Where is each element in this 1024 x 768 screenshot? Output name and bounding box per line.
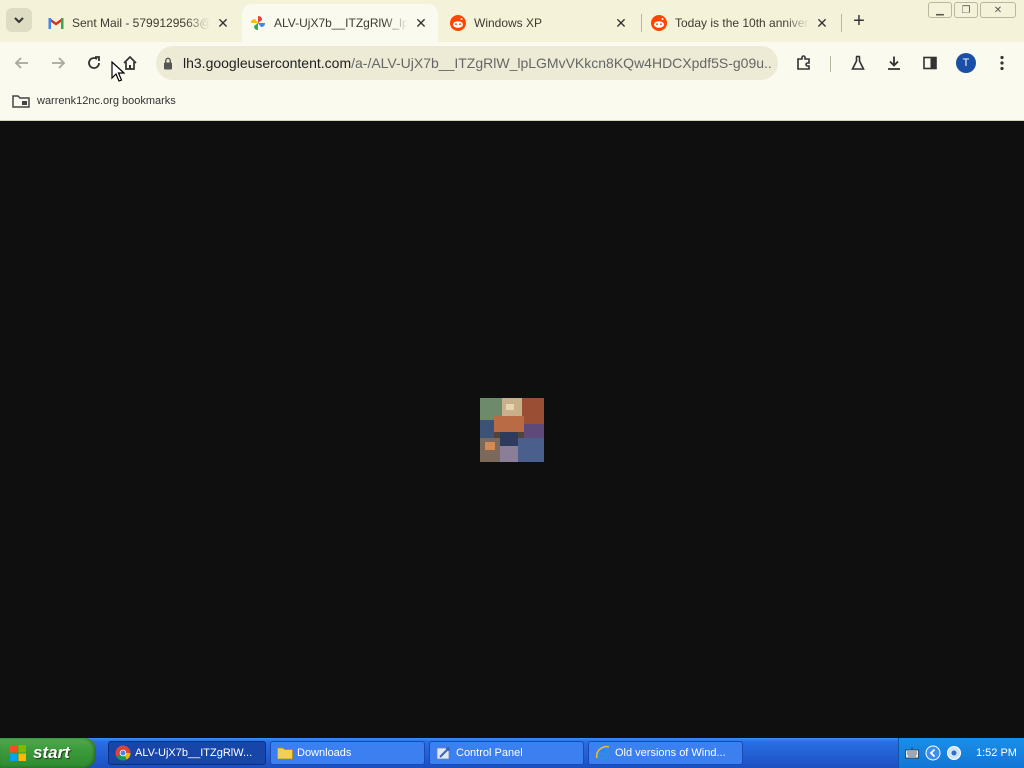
download-icon [888,56,900,70]
bookmark-folder-warrenk12nc[interactable]: warrenk12nc.org bookmarks [12,92,176,110]
taskbar-item-internet-explorer[interactable]: Old versions of Wind... [588,741,743,765]
taskbar-item-downloads[interactable]: Downloads [270,741,425,765]
arrow-right-icon [52,57,66,69]
reddit-icon [450,15,466,31]
folder-icon [277,745,293,761]
minimize-icon: ▁ [936,4,944,16]
tab-title: ALV-UjX7b__ITZgRlW_lpLGMv [274,16,408,30]
taskbar-item-chrome[interactable]: ALV-UjX7b__ITZgRlW... [108,741,266,765]
downloads-button[interactable] [882,51,906,75]
profile-avatar[interactable]: T [956,53,976,73]
control-panel-icon [436,745,452,761]
forward-button[interactable] [46,51,70,75]
chrome-icon [115,745,131,761]
tab-separator [641,14,642,32]
browser-toolbar: lh3.googleusercontent.com/a-/ALV-UjX7b__… [0,42,1024,84]
clock: 1:52 PM [976,747,1017,759]
restore-icon: ❐ [961,4,971,16]
toolbar-separator [830,56,831,72]
google-photos-icon [250,15,266,31]
minimize-button[interactable]: ▁ [928,2,952,18]
show-hidden-icons-icon[interactable] [925,745,941,761]
taskbar-item-label: Old versions of Wind... [615,747,726,759]
tab-anniversary[interactable]: Today is the 10th anniversary ✕ [643,4,839,42]
tab-title: Sent Mail - 5799129563@w [72,16,210,30]
start-button[interactable]: start [0,738,96,768]
chevron-down-icon [14,17,24,24]
tab-search-button[interactable] [6,8,32,32]
close-tab-icon[interactable]: ✕ [612,14,630,32]
close-tab-icon[interactable]: ✕ [813,14,831,32]
tab-sent-mail[interactable]: Sent Mail - 5799129563@w ✕ [40,4,240,42]
more-vertical-icon [1000,55,1004,71]
flask-icon [851,55,865,70]
taskbar: start ALV-UjX7b__ITZgRlW... Downloads Co… [0,738,1024,768]
taskbar-item-label: Downloads [297,747,352,759]
close-window-button[interactable]: ✕ [980,2,1016,18]
taskbar-item-control-panel[interactable]: Control Panel [429,741,584,765]
puzzle-icon [797,55,810,70]
side-panel-button[interactable] [918,51,942,75]
taskbar-item-label: Control Panel [456,747,523,759]
plus-icon: + [853,9,865,32]
image-viewer [0,121,1024,738]
taskbar-item-label: ALV-UjX7b__ITZgRlW... [135,747,253,759]
reload-icon [88,56,100,69]
menu-button[interactable] [990,51,1014,75]
tab-windows-xp[interactable]: Windows XP ✕ [442,4,638,42]
close-icon: ✕ [993,4,1003,16]
bookmarks-bar: warrenk12nc.org bookmarks [0,84,1024,121]
reddit-icon [651,15,667,31]
keyboard-icon[interactable] [904,745,920,761]
tab-separator [841,14,842,32]
windows-logo-icon [9,744,27,762]
start-label: start [33,743,70,762]
mouse-cursor [111,61,125,82]
internet-explorer-icon [595,745,611,761]
url-text: lh3.googleusercontent.com/a-/ALV-UjX7b__… [183,55,773,71]
back-button[interactable] [10,51,34,75]
extensions-button[interactable] [792,51,816,75]
lock-icon [163,57,177,70]
bookmark-label: warrenk12nc.org bookmarks [37,95,176,107]
address-bar[interactable]: lh3.googleusercontent.com/a-/ALV-UjX7b__… [156,46,778,80]
system-tray: 1:52 PM [898,738,1024,768]
tab-strip: Sent Mail - 5799129563@w ✕ ALV-UjX7b__IT… [0,0,1024,42]
tab-title: Windows XP [474,16,543,30]
tab-title: Today is the 10th anniversary [675,16,809,30]
url-host: lh3.googleusercontent.com [183,55,352,71]
gmail-icon [48,15,64,31]
labs-button[interactable] [846,51,870,75]
network-icon[interactable] [946,745,962,761]
arrow-left-icon [14,57,28,69]
close-tab-icon[interactable]: ✕ [412,14,430,32]
folder-icon [12,94,30,108]
url-path: /a-/ALV-UjX7b__ITZgRlW_lpLGMvVKkcn8KQw4H… [351,55,773,71]
reload-button[interactable] [82,51,106,75]
profile-photo-image[interactable] [480,398,544,462]
new-tab-button[interactable]: + [848,10,870,32]
tab-image-active[interactable]: ALV-UjX7b__ITZgRlW_lpLGMv ✕ [242,4,438,42]
close-tab-icon[interactable]: ✕ [214,14,232,32]
restore-button[interactable]: ❐ [954,2,978,18]
side-panel-icon [923,56,937,70]
